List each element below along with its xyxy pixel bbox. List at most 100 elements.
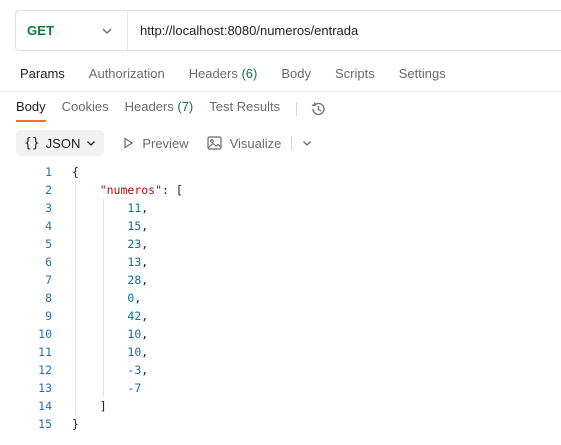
code-line: 8 0,	[0, 289, 561, 307]
code-line: 9 42,	[0, 307, 561, 325]
line-number: 6	[45, 255, 52, 269]
json-value: 10	[127, 327, 142, 341]
code-line: 2 "numeros": [	[0, 181, 561, 199]
visualize-label: Visualize	[229, 135, 282, 151]
tab-cookies[interactable]: Cookies	[62, 98, 109, 120]
json-value: -7	[127, 381, 142, 395]
chevron-down-icon	[102, 28, 112, 34]
tab-test-results[interactable]: Test Results	[209, 98, 280, 120]
line-number: 12	[38, 363, 52, 377]
method-label: GET	[27, 23, 55, 38]
line-text: 13,	[127, 255, 149, 269]
line-text: -7	[72, 379, 141, 397]
line-text: {	[72, 165, 79, 179]
line-number: 5	[45, 237, 52, 251]
tab-label: Params	[20, 66, 65, 81]
code-line: 5 23,	[0, 235, 561, 253]
code-line: 12 -3,	[0, 361, 561, 379]
line-text: 15,	[127, 219, 149, 233]
line-number: 7	[45, 273, 52, 287]
request-tabs: Params Authorization Headers (6) Body Sc…	[20, 66, 470, 81]
divider	[0, 91, 561, 92]
tab-response-body[interactable]: Body	[16, 98, 46, 122]
line-number: 14	[38, 399, 52, 413]
tab-label: Headers	[188, 66, 238, 81]
format-label: JSON	[45, 135, 81, 151]
json-value: 23	[127, 237, 142, 251]
preview-button[interactable]: Preview	[122, 135, 189, 151]
json-value: 28	[127, 273, 142, 287]
code-line: 11 10,	[0, 343, 561, 361]
tab-label: Body	[281, 66, 311, 81]
tab-params[interactable]: Params	[20, 66, 65, 81]
line-text: -3,	[127, 363, 149, 377]
line-text: ]	[72, 399, 107, 413]
code-line: 7 28,	[0, 271, 561, 289]
line-text: 11,	[127, 201, 149, 215]
tab-label: Settings	[398, 66, 446, 81]
json-value: 42	[127, 309, 142, 323]
tab-authorization[interactable]: Authorization	[89, 66, 165, 81]
separator	[291, 136, 293, 150]
tab-body[interactable]: Body	[281, 66, 311, 81]
chevron-down-icon[interactable]	[302, 138, 312, 148]
line-number: 2	[45, 183, 52, 197]
tab-label: Authorization	[88, 66, 165, 81]
tab-response-headers[interactable]: Headers (7)	[125, 98, 194, 120]
line-number: 1	[45, 165, 52, 179]
tab-label: Headers	[124, 99, 174, 114]
line-text: }	[72, 417, 79, 431]
separator	[296, 102, 298, 116]
line-text: 10,	[127, 345, 149, 359]
line-number: 8	[45, 291, 52, 305]
line-text: 28,	[127, 273, 149, 287]
code-line: 15}	[0, 415, 561, 433]
preview-label: Preview	[142, 135, 189, 151]
code-line: 3 11,	[0, 199, 561, 217]
tab-count: (7)	[177, 99, 194, 114]
line-number: 10	[38, 327, 52, 341]
response-tabs: Body Cookies Headers (7) Test Results	[16, 98, 327, 122]
code-line: 10 10,	[0, 325, 561, 343]
request-bar: GET http://localhost:8080/numeros/entrad…	[15, 10, 561, 51]
line-number: 15	[38, 417, 52, 431]
chevron-down-icon	[87, 141, 96, 146]
tab-label: Test Results	[209, 99, 281, 114]
line-text: "numeros": [	[99, 183, 183, 197]
braces-icon: {}	[24, 135, 40, 151]
tab-label: Body	[16, 99, 46, 114]
json-value: 10	[127, 345, 142, 359]
line-text: 23,	[127, 237, 149, 251]
tab-label: Cookies	[61, 99, 109, 114]
code-line: 14 ]	[0, 397, 561, 415]
code-line: 1{	[0, 163, 561, 181]
json-value: -3	[127, 363, 142, 377]
line-number: 4	[45, 219, 52, 233]
history-icon[interactable]	[309, 100, 327, 118]
tab-scripts[interactable]: Scripts	[335, 66, 375, 81]
line-number: 11	[38, 345, 52, 359]
line-number: 3	[45, 201, 52, 215]
code-line: 13 -7	[0, 379, 561, 397]
json-value: 11	[127, 201, 142, 215]
code-line: 4 15,	[0, 217, 561, 235]
json-value: 15	[127, 219, 142, 233]
tab-label: Scripts	[334, 66, 375, 81]
tab-settings[interactable]: Settings	[399, 66, 446, 81]
response-body-code[interactable]: 1{ 2 "numeros": [ 3 11, 4 15, 5 23, 6 13…	[0, 163, 561, 433]
visualize-button[interactable]: Visualize	[206, 135, 282, 151]
format-bar: {} JSON Preview Visualize	[16, 130, 312, 156]
line-text: 0,	[127, 291, 142, 305]
line-text: 10,	[127, 327, 149, 341]
json-value: 13	[127, 255, 142, 269]
line-number: 13	[38, 381, 52, 395]
code-line: 6 13,	[0, 253, 561, 271]
json-value: 0	[127, 291, 135, 305]
tab-headers[interactable]: Headers (6)	[189, 66, 258, 81]
url-input[interactable]: http://localhost:8080/numeros/entrada	[128, 23, 358, 38]
json-key: "numeros"	[99, 183, 163, 197]
method-select[interactable]: GET	[16, 11, 128, 50]
line-number: 9	[45, 309, 52, 323]
tab-count: (6)	[241, 66, 258, 81]
format-select[interactable]: {} JSON	[16, 130, 105, 156]
